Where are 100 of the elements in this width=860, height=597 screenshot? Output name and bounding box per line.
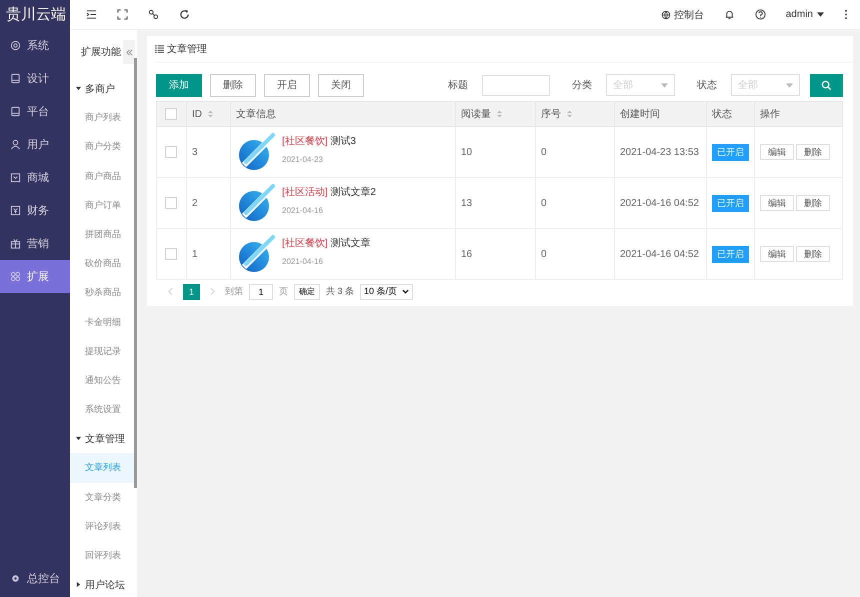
checkbox[interactable] [165, 108, 177, 120]
toolbar-button[interactable]: 开启 [264, 74, 310, 96]
page-button[interactable]: 1 [183, 284, 200, 300]
sub-menu-item[interactable]: 卡金明细 [70, 308, 134, 337]
dashboard-menu-item[interactable]: 总控台 [0, 562, 70, 595]
menu-group[interactable]: 用户论坛 [70, 570, 137, 597]
sub-menu-item[interactable]: 商户订单 [70, 190, 134, 220]
caret-icon [817, 12, 824, 17]
table-cell: 2 [192, 198, 198, 208]
user-menu[interactable]: admin [786, 9, 824, 20]
main-menu-item[interactable]: 系统 [0, 29, 70, 62]
menu-group[interactable]: 多商户 [70, 74, 137, 104]
toolbar-button[interactable]: 添加 [156, 74, 202, 96]
checkbox[interactable] [165, 146, 177, 158]
toolbar-button[interactable]: 删除 [210, 74, 256, 96]
sub-menu-item[interactable]: 拼团商品 [70, 220, 134, 250]
main-menu-item[interactable]: 用户 [0, 128, 70, 161]
triangle-icon [76, 436, 81, 442]
row-action-button[interactable]: 删除 [796, 144, 830, 160]
sub-menu-item[interactable]: 通知公告 [70, 366, 134, 396]
table-cell: 16 [461, 248, 472, 260]
next-page-icon[interactable] [210, 287, 215, 296]
sub-menu-item[interactable]: 文章分类 [70, 482, 134, 512]
sort-icon[interactable] [567, 110, 572, 118]
main-menu-item[interactable]: 商城 [0, 161, 70, 194]
brand-title: 贵川云端 [5, 5, 67, 25]
fullscreen-icon[interactable] [117, 9, 128, 20]
caret-icon [661, 82, 668, 88]
refresh-icon[interactable] [179, 9, 190, 20]
table-cell: 3 [192, 146, 198, 158]
row-action-button[interactable]: 删除 [796, 195, 830, 211]
article-date: 2021-04-23 [282, 155, 324, 164]
search-button[interactable] [810, 74, 843, 96]
page-unit-label: 页 [279, 285, 288, 298]
row-action-button[interactable]: 编辑 [760, 195, 794, 211]
page-input-field[interactable]: 1 [249, 284, 273, 300]
sub-menu-item[interactable]: 评论列表 [70, 512, 134, 541]
sub-menu-item[interactable]: 回评列表 [70, 541, 134, 570]
article-date: 2021-04-16 [282, 257, 324, 266]
link-icon[interactable] [148, 9, 159, 20]
article-title: [社区活动] 测试文章2 [282, 186, 376, 199]
page-size-select[interactable]: 10 条/页 [360, 284, 414, 300]
checkbox[interactable] [165, 197, 177, 209]
row-action-button[interactable]: 删除 [796, 246, 830, 262]
table-cell: 2021-04-23 13:53 [620, 146, 699, 158]
collapse-button[interactable] [123, 40, 135, 64]
table-cell: 0 [541, 248, 547, 260]
filter-label: 分类 [572, 78, 592, 92]
total-count: 共 3 条 [326, 285, 354, 298]
main-menu-item[interactable]: 平台 [0, 95, 70, 128]
table-cell: 1 [192, 248, 198, 260]
main-menu-item[interactable]: 扩展 [0, 260, 70, 293]
goto-label: 到第 [225, 285, 243, 298]
toolbar-button[interactable]: 关闭 [318, 74, 364, 96]
filter-label: 标题 [448, 78, 468, 92]
main-menu-item[interactable]: 营销 [0, 227, 70, 260]
sort-icon[interactable] [497, 110, 502, 118]
column-header: 序号 [541, 108, 561, 121]
sort-icon[interactable] [208, 110, 213, 118]
table-cell: 2021-04-16 04:52 [620, 248, 699, 260]
main-menu-item[interactable]: 设计 [0, 62, 70, 95]
thumbnail-drawing [236, 183, 276, 223]
sub-menu-item[interactable]: 商户分类 [70, 132, 134, 162]
gear-icon [10, 573, 21, 584]
article-title: [社区餐饮] 测试文章 [282, 236, 370, 250]
more-icon[interactable] [844, 9, 848, 20]
row-action-button[interactable]: 编辑 [760, 144, 794, 160]
previous-page-icon[interactable] [168, 287, 173, 296]
table-cell: 0 [541, 198, 547, 208]
column-header: ID [192, 108, 202, 120]
sub-menu-item[interactable]: 商户商品 [70, 162, 134, 191]
chevron-icon [402, 289, 410, 294]
scrollbar[interactable] [134, 58, 137, 488]
help-icon[interactable] [754, 9, 766, 20]
main-menu-item[interactable]: 财务 [0, 194, 70, 227]
article-date: 2021-04-16 [282, 206, 324, 215]
table-cell: 2021-04-16 04:52 [620, 198, 699, 208]
table-cell: 10 [461, 146, 472, 158]
column-header: 操作 [760, 108, 780, 121]
row-action-button[interactable]: 编辑 [760, 246, 794, 262]
bell-icon[interactable] [724, 9, 735, 20]
article-title: [社区餐饮] 测试3 [282, 134, 356, 148]
console-link[interactable]: 控制台 [660, 8, 704, 22]
sub-menu-item[interactable]: 秒杀商品 [70, 278, 134, 308]
sub-menu-item[interactable]: 商户列表 [70, 103, 134, 132]
sub-sidebar-title: 扩展功能 [80, 46, 121, 59]
list-icon [155, 45, 164, 53]
thumbnail-drawing [236, 234, 276, 274]
sub-menu-item[interactable]: 砍价商品 [70, 249, 134, 278]
caret-icon [786, 82, 793, 88]
sub-menu-item[interactable]: 提现记录 [70, 336, 134, 366]
table-cell: 13 [461, 198, 472, 208]
title-input-field[interactable] [482, 74, 550, 96]
confirm-button[interactable]: 确定 [294, 284, 320, 300]
sub-menu-item[interactable]: 系统设置 [70, 395, 134, 424]
triangle-icon [76, 582, 81, 588]
menu-group[interactable]: 文章管理 [70, 424, 137, 454]
card-title: 文章管理 [167, 42, 207, 56]
column-header: 阅读量 [461, 108, 491, 121]
checkbox[interactable] [165, 248, 177, 260]
